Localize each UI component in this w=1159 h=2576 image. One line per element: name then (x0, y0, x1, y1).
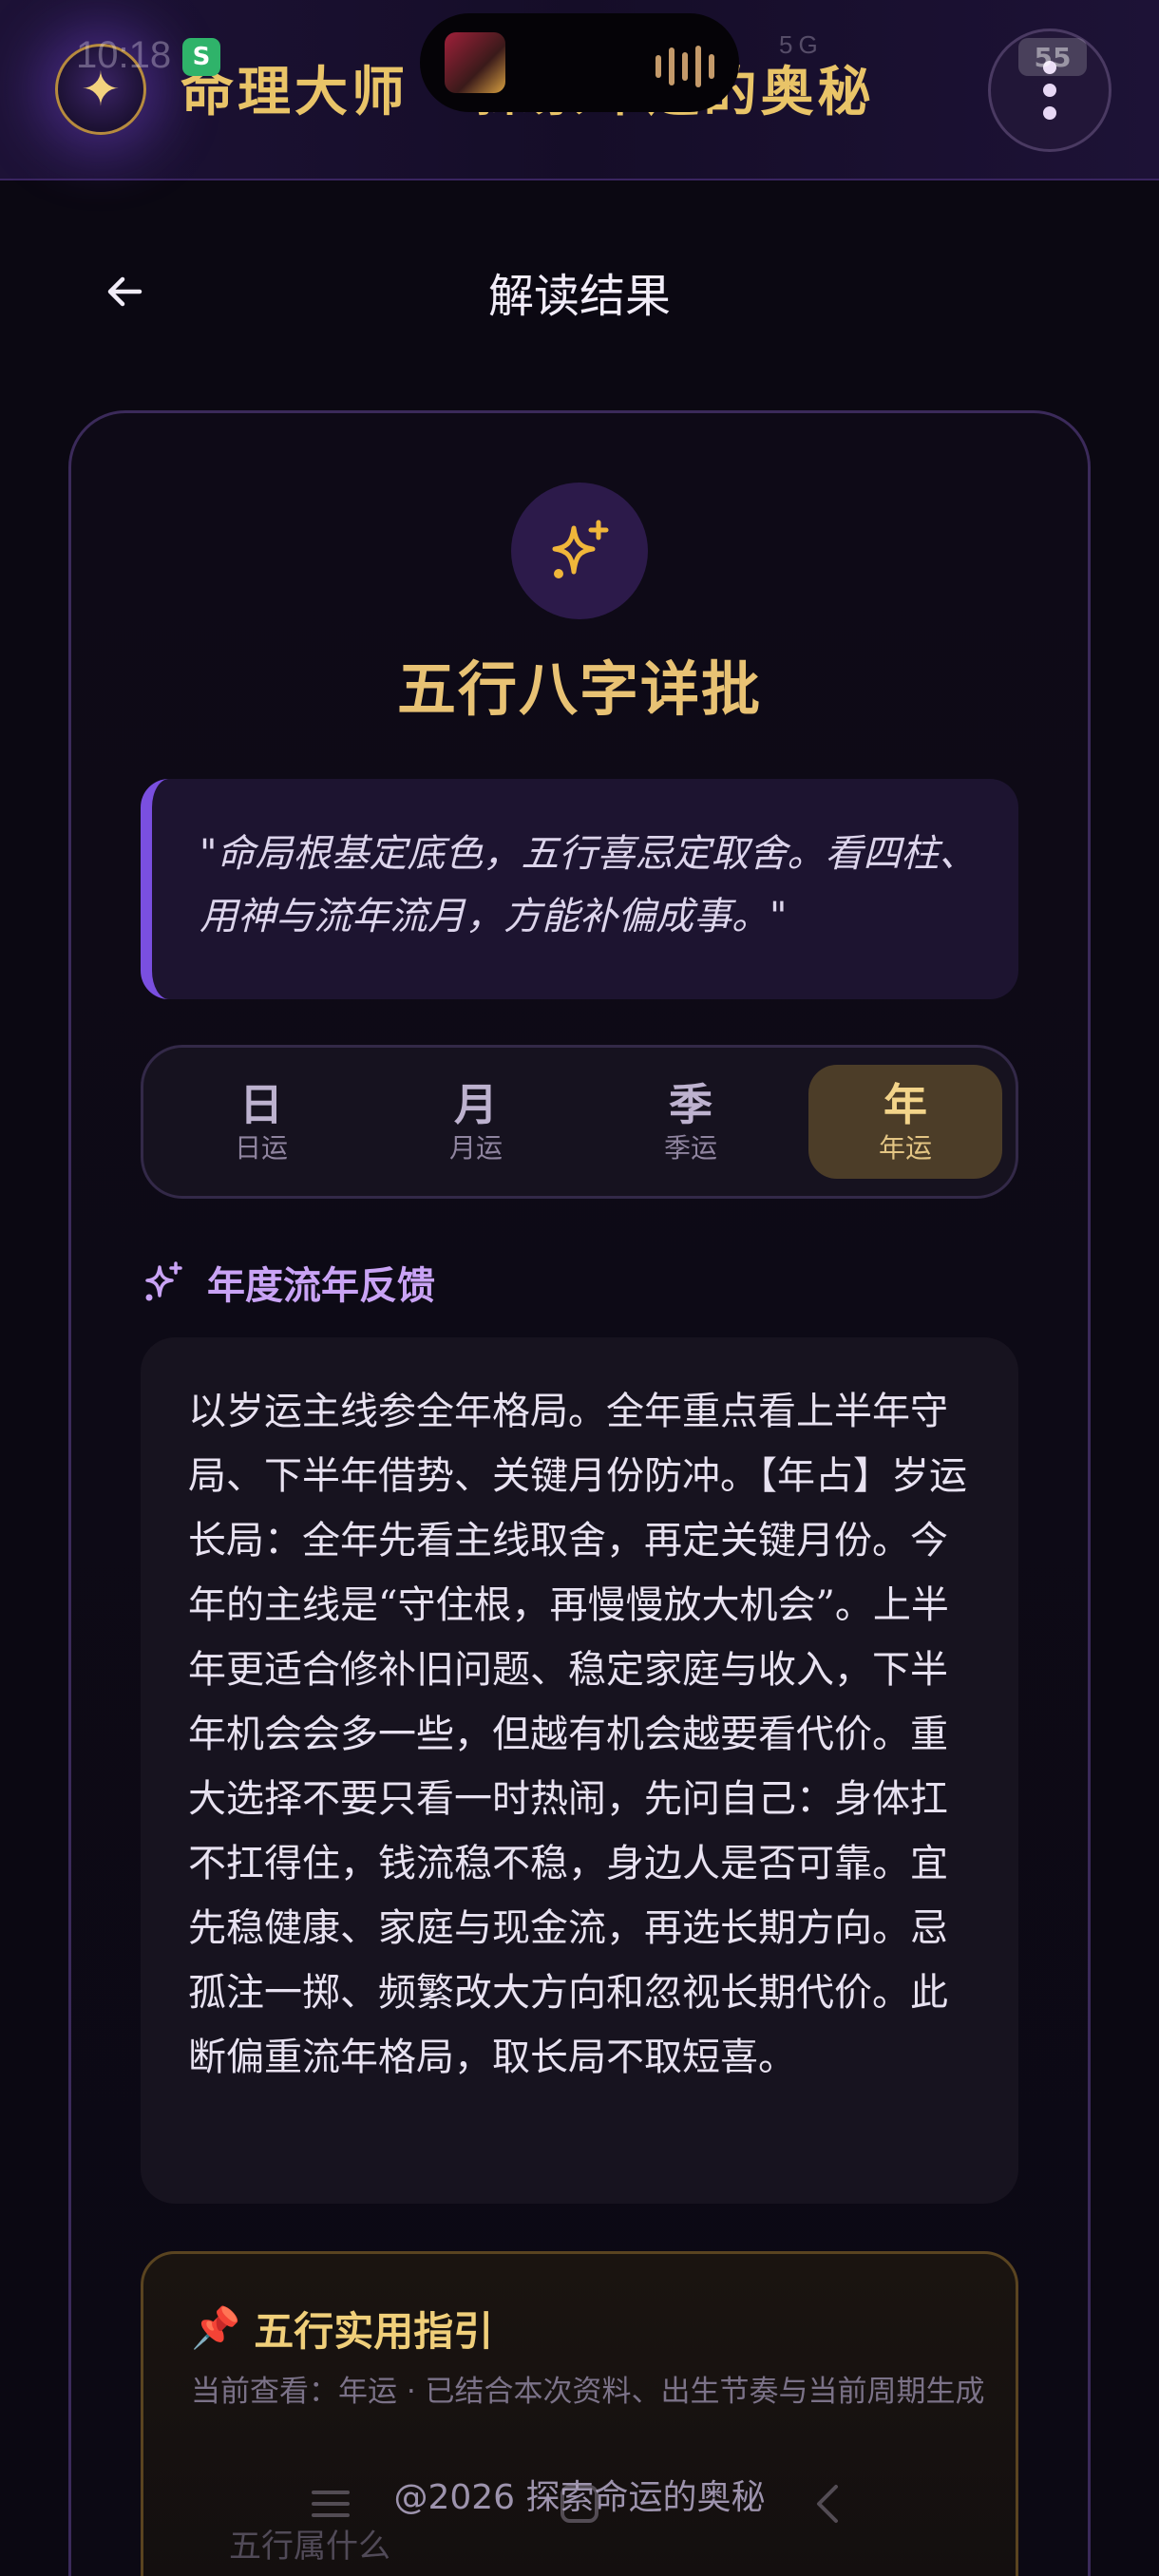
tab-sublabel: 日运 (234, 1132, 288, 1164)
audio-wave-icon (656, 46, 714, 87)
guide-subtitle: 当前查看：年运 · 已结合本次资料、出生节奏与当前周期生成 (191, 2375, 985, 2409)
card-title: 五行八字详批 (396, 654, 762, 724)
back-button[interactable] (91, 258, 158, 325)
card-icon-badge (511, 483, 648, 619)
back-nav-icon[interactable] (806, 2481, 851, 2527)
media-thumbnail (445, 32, 505, 93)
tab-season[interactable]: 季 季运 (594, 1065, 788, 1179)
tab-label: 年 (884, 1079, 927, 1130)
tab-label: 月 (454, 1079, 498, 1130)
status-signal: 5G (779, 30, 824, 59)
feedback-heading: 年度流年反馈 (141, 1254, 435, 1311)
tab-year[interactable]: 年 年运 (808, 1065, 1002, 1179)
guide-title-row: 📌 五行实用指引 (191, 2301, 493, 2355)
arrow-left-icon (107, 276, 142, 307)
dynamic-island[interactable] (420, 13, 739, 112)
feedback-heading-text: 年度流年反馈 (207, 1264, 435, 1308)
quote-block: "命局根基定底色，五行喜忌定取舍。看四柱、用神与流年流月，方能补偏成事。" (141, 779, 1018, 999)
notification-app-icon: S (182, 38, 220, 76)
tab-month[interactable]: 月 月运 (379, 1065, 573, 1179)
tab-day[interactable]: 日 日运 (164, 1065, 358, 1179)
tab-label: 日 (239, 1079, 283, 1130)
tab-sublabel: 季运 (663, 1132, 717, 1164)
status-time: 10:18 (76, 34, 172, 76)
guide-title: 五行实用指引 (254, 2307, 494, 2355)
system-nav-bar (0, 2473, 1159, 2549)
page-title: 解读结果 (487, 270, 671, 323)
home-icon[interactable] (557, 2481, 602, 2527)
menu-icon[interactable] (308, 2481, 353, 2527)
tab-sublabel: 月运 (448, 1132, 503, 1164)
tab-label: 季 (669, 1079, 712, 1130)
battery-icon: 55 (1018, 38, 1087, 76)
sparkles-icon (145, 1261, 182, 1301)
pin-icon: 📌 (191, 2304, 241, 2351)
tab-sublabel: 年运 (878, 1132, 932, 1164)
period-tabs: 日 日运 月 月运 季 季运 年 年运 (141, 1045, 1018, 1199)
feedback-body: 以岁运主线参全年格局。全年重点看上半年守局、下半年借势、关键月份防冲。【年占】岁… (141, 1337, 1018, 2204)
sparkles-icon (552, 520, 609, 578)
